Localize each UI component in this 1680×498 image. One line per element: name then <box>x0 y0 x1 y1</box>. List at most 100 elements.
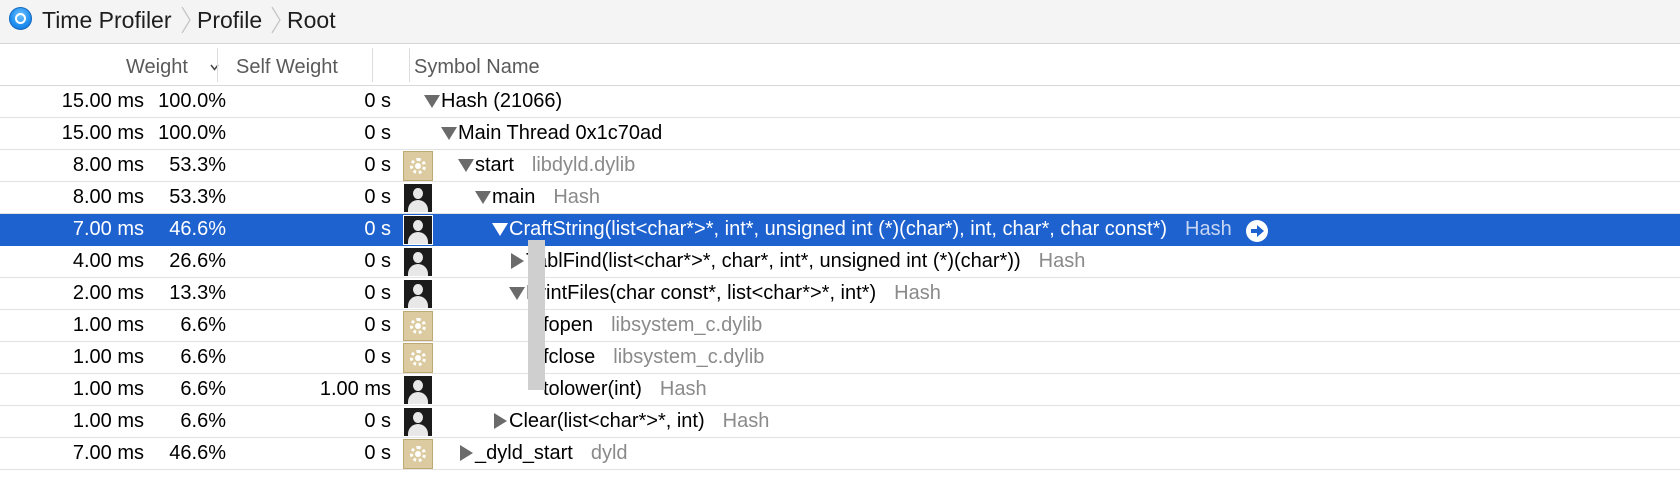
disclosure-collapsed-icon[interactable] <box>494 413 507 429</box>
user-code-person-icon <box>403 407 433 437</box>
symbol-name: fclose <box>543 346 596 368</box>
table-row[interactable]: 2.00 ms 13.3% 0 s PrintFiles(char const*, l… <box>0 278 1680 310</box>
self-weight-cell: 0 s <box>364 314 391 336</box>
breadcrumb-separator-icon <box>271 6 281 34</box>
call-tree-table: 15.00 ms 100.0% 0 s Hash (21066) 15.00 ms 100… <box>0 86 1680 470</box>
disclosure-collapsed-icon[interactable] <box>511 253 524 269</box>
symbol-name: Main Thread 0x1c70ad <box>458 122 663 144</box>
breadcrumb-item-profile[interactable]: Profile <box>197 7 262 33</box>
weight-ms-cell: 8.00 ms <box>72 186 144 208</box>
breadcrumb: Time Profiler Profile Root <box>0 0 1680 44</box>
library-name: Hash <box>1185 218 1232 240</box>
self-weight-cell: 0 s <box>364 186 391 208</box>
library-name: libdyld.dylib <box>531 154 636 176</box>
column-header-bar: Weight Self Weight Symbol Name <box>0 44 1680 86</box>
weight-percent-cell: 6.6% <box>180 346 226 368</box>
column-divider[interactable] <box>217 48 218 82</box>
user-code-person-icon <box>403 375 433 405</box>
library-name: libsystem_c.dylib <box>611 314 763 336</box>
system-library-gear-icon <box>403 311 433 341</box>
disclosure-expanded-icon[interactable] <box>458 159 474 172</box>
symbol-name: tolower(int) <box>543 378 642 400</box>
symbol-name: Hash (21066) <box>441 90 563 112</box>
system-library-gear-icon <box>403 151 433 181</box>
symbol-name: TablFind(list<char*>*, char*, int*, unsi… <box>526 250 1021 272</box>
disclosure-expanded-icon[interactable] <box>424 95 440 108</box>
table-row[interactable]: 1.00 ms 6.6% 0 s Clear(list<char*>*, int) Ha… <box>0 406 1680 438</box>
column-header-self-weight[interactable]: Self Weight <box>236 56 338 78</box>
weight-ms-cell: 1.00 ms <box>72 346 144 368</box>
library-name: Hash <box>1038 250 1086 272</box>
symbol-name: main <box>492 186 536 208</box>
weight-percent-cell: 6.6% <box>180 314 226 336</box>
column-divider[interactable] <box>372 48 373 82</box>
symbol-name: start <box>475 154 514 176</box>
weight-ms-cell: 2.00 ms <box>72 282 144 304</box>
weight-percent-cell: 13.3% <box>169 282 226 304</box>
column-header-symbol-name[interactable]: Symbol Name <box>414 56 540 78</box>
self-weight-cell: 0 s <box>364 90 391 112</box>
breadcrumb-separator-icon <box>181 6 191 34</box>
weight-percent-cell: 53.3% <box>169 154 226 176</box>
table-row[interactable]: 7.00 ms 46.6% 0 s CraftString(list<char*>*,… <box>0 214 1680 246</box>
column-header-weight[interactable]: Weight <box>126 56 188 78</box>
user-code-person-icon <box>403 247 433 277</box>
self-weight-cell: 0 s <box>364 442 391 464</box>
disclosure-expanded-icon[interactable] <box>475 191 491 204</box>
weight-percent-cell: 53.3% <box>169 186 226 208</box>
weight-ms-cell: 15.00 ms <box>61 122 144 144</box>
table-row[interactable]: 15.00 ms 100.0% 0 s Main Thread 0x1c70ad <box>0 118 1680 150</box>
system-library-gear-icon <box>403 343 433 373</box>
table-row[interactable]: 4.00 ms 26.6% 0 s TablFind(list<char*>*, ch… <box>0 246 1680 278</box>
library-name: Hash <box>659 378 707 400</box>
table-row[interactable]: 7.00 ms 46.6% 0 s _dyld_start dyld <box>0 438 1680 470</box>
weight-ms-cell: 7.00 ms <box>72 442 144 464</box>
weight-ms-cell: 15.00 ms <box>61 90 144 112</box>
time-profiler-app-icon[interactable] <box>9 7 32 30</box>
column-divider[interactable] <box>409 48 410 82</box>
symbol-name: Clear(list<char*>*, int) <box>509 410 705 432</box>
user-code-person-icon <box>403 215 433 245</box>
disclosure-expanded-icon[interactable] <box>509 287 525 300</box>
disclosure-expanded-icon[interactable] <box>441 127 457 140</box>
tree-indent-guide <box>528 240 545 390</box>
table-row[interactable]: 8.00 ms 53.3% 0 s main Hash <box>0 182 1680 214</box>
weight-percent-cell: 46.6% <box>169 218 226 240</box>
library-name: Hash <box>894 282 941 304</box>
disclosure-expanded-icon[interactable] <box>492 223 508 236</box>
table-row[interactable]: 1.00 ms 6.6% 0 s fopen libsystem_c.dylib <box>0 310 1680 342</box>
weight-ms-cell: 7.00 ms <box>72 218 144 240</box>
user-code-person-icon <box>403 279 433 309</box>
self-weight-cell: 0 s <box>364 282 391 304</box>
breadcrumb-item-time-profiler[interactable]: Time Profiler <box>42 7 172 33</box>
weight-ms-cell: 1.00 ms <box>72 314 144 336</box>
system-library-gear-icon <box>403 439 433 469</box>
reveal-in-source-arrow-icon[interactable] <box>1245 220 1268 242</box>
table-row[interactable]: 15.00 ms 100.0% 0 s Hash (21066) <box>0 86 1680 118</box>
weight-percent-cell: 6.6% <box>180 378 226 400</box>
weight-percent-cell: 100.0% <box>158 122 226 144</box>
self-weight-cell: 0 s <box>364 346 391 368</box>
weight-ms-cell: 1.00 ms <box>72 378 144 400</box>
library-name: dyld <box>590 442 628 464</box>
self-weight-cell: 0 s <box>364 250 391 272</box>
weight-ms-cell: 8.00 ms <box>72 154 144 176</box>
self-weight-cell: 1.00 ms <box>319 378 391 400</box>
symbol-name: CraftString(list<char*>*, int*, unsigned… <box>509 218 1168 240</box>
breadcrumb-item-root[interactable]: Root <box>287 7 336 33</box>
user-code-person-icon <box>403 183 433 213</box>
disclosure-collapsed-icon[interactable] <box>460 445 473 461</box>
weight-ms-cell: 1.00 ms <box>72 410 144 432</box>
weight-percent-cell: 6.6% <box>180 410 226 432</box>
self-weight-cell: 0 s <box>364 218 391 240</box>
table-row[interactable]: 1.00 ms 6.6% 0 s fclose libsystem_c.dylib <box>0 342 1680 374</box>
self-weight-cell: 0 s <box>364 122 391 144</box>
weight-percent-cell: 100.0% <box>158 90 226 112</box>
table-row[interactable]: 1.00 ms 6.6% 1.00 ms tolower(int) Hash <box>0 374 1680 406</box>
symbol-name: _dyld_start <box>475 442 573 464</box>
weight-percent-cell: 26.6% <box>169 250 226 272</box>
table-row[interactable]: 8.00 ms 53.3% 0 s start libdyld.dylib <box>0 150 1680 182</box>
library-name: Hash <box>553 186 601 208</box>
symbol-name: PrintFiles(char const*, list<char*>*, in… <box>526 282 877 304</box>
weight-ms-cell: 4.00 ms <box>72 250 144 272</box>
